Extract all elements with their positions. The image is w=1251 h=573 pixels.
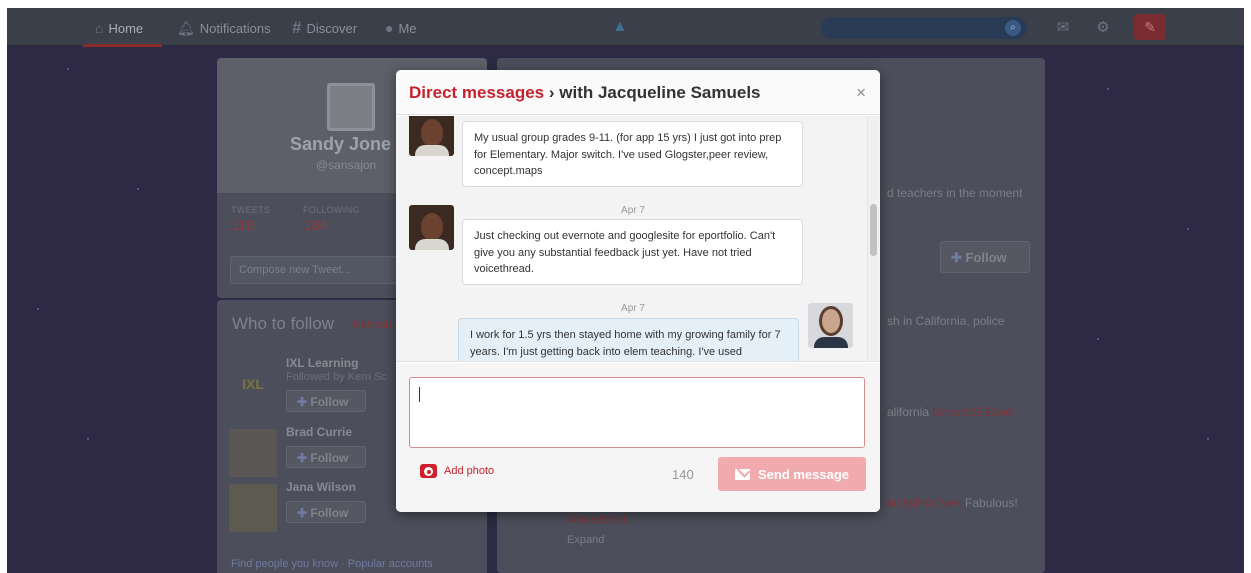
expand-link[interactable]: Expand: [567, 534, 604, 546]
message-bubble-sent: I work for 1.5 yrs then stayed home with…: [458, 318, 799, 361]
dialog-header: Direct messages › with Jacqueline Samuel…: [396, 70, 880, 115]
messages-icon[interactable]: ✉: [1053, 18, 1073, 36]
tweet-snippet: sh in California, police: [887, 314, 1005, 328]
search-icon[interactable]: ⌕: [1005, 20, 1021, 36]
bell-icon: 🔔︎: [177, 19, 195, 36]
ixl-logo: IXL: [229, 360, 277, 408]
follow-person-icon: ✚: [951, 250, 966, 265]
dialog-title-conversation: › with Jacqueline Samuels: [548, 83, 761, 102]
nav-home[interactable]: ⌂ Home: [95, 18, 143, 38]
follow-button[interactable]: ✚ Follow: [286, 501, 366, 523]
nav-notifications[interactable]: 🔔︎ Notifications: [177, 18, 271, 38]
refresh-link[interactable]: Refresh: [353, 319, 392, 331]
tweet-text: Fabulous!: [965, 496, 1018, 510]
tweet-link[interactable]: fxn.ws/2E9Swb: [932, 405, 1014, 419]
suggestion-name[interactable]: Brad Currie: [286, 425, 352, 439]
follow-label: Follow: [310, 451, 349, 465]
envelope-icon: [734, 468, 750, 480]
conversation-thread[interactable]: My usual group grades 9-11. (for app 15 …: [396, 116, 880, 362]
hashtag-icon: #: [292, 18, 302, 37]
nav-me[interactable]: ● Me: [385, 18, 417, 38]
person-icon: ●: [385, 20, 394, 36]
tweets-label: TWEETS: [231, 205, 271, 215]
text-cursor: [419, 387, 420, 402]
follow-button[interactable]: ✚ Follow: [286, 446, 366, 468]
compose-icon: ✎: [1144, 19, 1156, 35]
my-avatar[interactable]: [808, 303, 853, 348]
home-icon: ⌂: [95, 20, 104, 36]
compose-tweet-button[interactable]: ✎: [1134, 14, 1166, 40]
tweet-snippet: bit.ly/PW7seK Fabulous!: [887, 496, 1018, 510]
suggestion-name[interactable]: IXL Learning: [286, 356, 358, 370]
follow-button[interactable]: ✚ Follow: [940, 241, 1030, 273]
sender-avatar[interactable]: [409, 116, 454, 156]
nav-home-label: Home: [108, 20, 144, 36]
profile-name[interactable]: Sandy Jone: [290, 134, 391, 155]
send-message-button[interactable]: Send message: [718, 457, 866, 491]
profile-handle: @sansajon: [316, 158, 377, 172]
scrollbar-thumb[interactable]: [870, 204, 877, 256]
message-date: Apr 7: [621, 205, 645, 216]
user-avatar[interactable]: [229, 429, 277, 477]
add-photo-button[interactable]: Add photo: [420, 464, 494, 478]
thread-scrollbar[interactable]: [867, 116, 878, 361]
tweet-snippet: alifornia fxn.ws/2E9Swb: [887, 405, 1014, 419]
follow-label: Follow: [965, 250, 1007, 265]
following-count[interactable]: 184: [303, 217, 328, 234]
nav-discover-label: Discover: [306, 20, 358, 36]
nav-discover[interactable]: # Discover: [292, 18, 357, 38]
follow-person-icon: ✚: [297, 451, 311, 465]
who-to-follow-title: Who to follow: [232, 314, 335, 333]
message-bubble: My usual group grades 9-11. (for app 15 …: [462, 121, 803, 187]
nav-notifications-label: Notifications: [199, 20, 271, 36]
camera-icon: [420, 464, 437, 478]
character-counter: 140: [672, 467, 694, 482]
dialog-title-main[interactable]: Direct messages: [409, 83, 544, 102]
dialog-title: Direct messages › with Jacqueline Samuel…: [409, 83, 761, 103]
tweet-link[interactable]: bit.ly/PW7seK: [887, 496, 962, 510]
follow-button[interactable]: ✚ Follow: [286, 390, 366, 412]
gear-icon[interactable]: ⚙: [1093, 18, 1113, 36]
suggestion-name[interactable]: Jana Wilson: [286, 480, 356, 494]
direct-messages-dialog: Direct messages › with Jacqueline Samuel…: [396, 70, 880, 512]
message-bubble: Just checking out evernote and googlesit…: [462, 219, 803, 285]
sender-avatar[interactable]: [409, 205, 454, 250]
tweet-text: alifornia: [887, 405, 930, 419]
hashtag-link[interactable]: #moedchat: [567, 512, 626, 526]
active-tab-indicator: [83, 44, 162, 47]
search-input[interactable]: ⌕: [821, 17, 1027, 39]
suggestion-followed-by: Followed by Kern Sc: [286, 371, 387, 383]
message-input[interactable]: [409, 377, 865, 448]
follow-label: Follow: [310, 506, 349, 520]
following-label: FOLLOWING: [303, 205, 360, 215]
tweets-count[interactable]: 118: [231, 217, 255, 234]
find-people-link[interactable]: Find people you know · Popular accounts: [231, 558, 433, 570]
user-avatar[interactable]: [229, 484, 277, 532]
send-message-label: Send message: [757, 466, 850, 482]
tweet-snippet: d teachers in the moment: [887, 186, 1023, 200]
follow-label: Follow: [310, 395, 349, 409]
dialog-footer: Add photo 140 Send message: [396, 363, 880, 512]
follow-person-icon: ✚: [297, 506, 311, 520]
nav-me-label: Me: [398, 20, 417, 36]
twitter-bird-icon[interactable]: ▲: [612, 18, 630, 35]
add-photo-label: Add photo: [444, 465, 495, 477]
follow-person-icon: ✚: [297, 395, 311, 409]
close-icon[interactable]: ×: [856, 83, 866, 103]
top-navigation-bar: ⌂ Home 🔔︎ Notifications # Discover ● Me …: [7, 8, 1244, 47]
message-date: Apr 7: [621, 303, 645, 314]
profile-avatar[interactable]: [327, 83, 375, 131]
